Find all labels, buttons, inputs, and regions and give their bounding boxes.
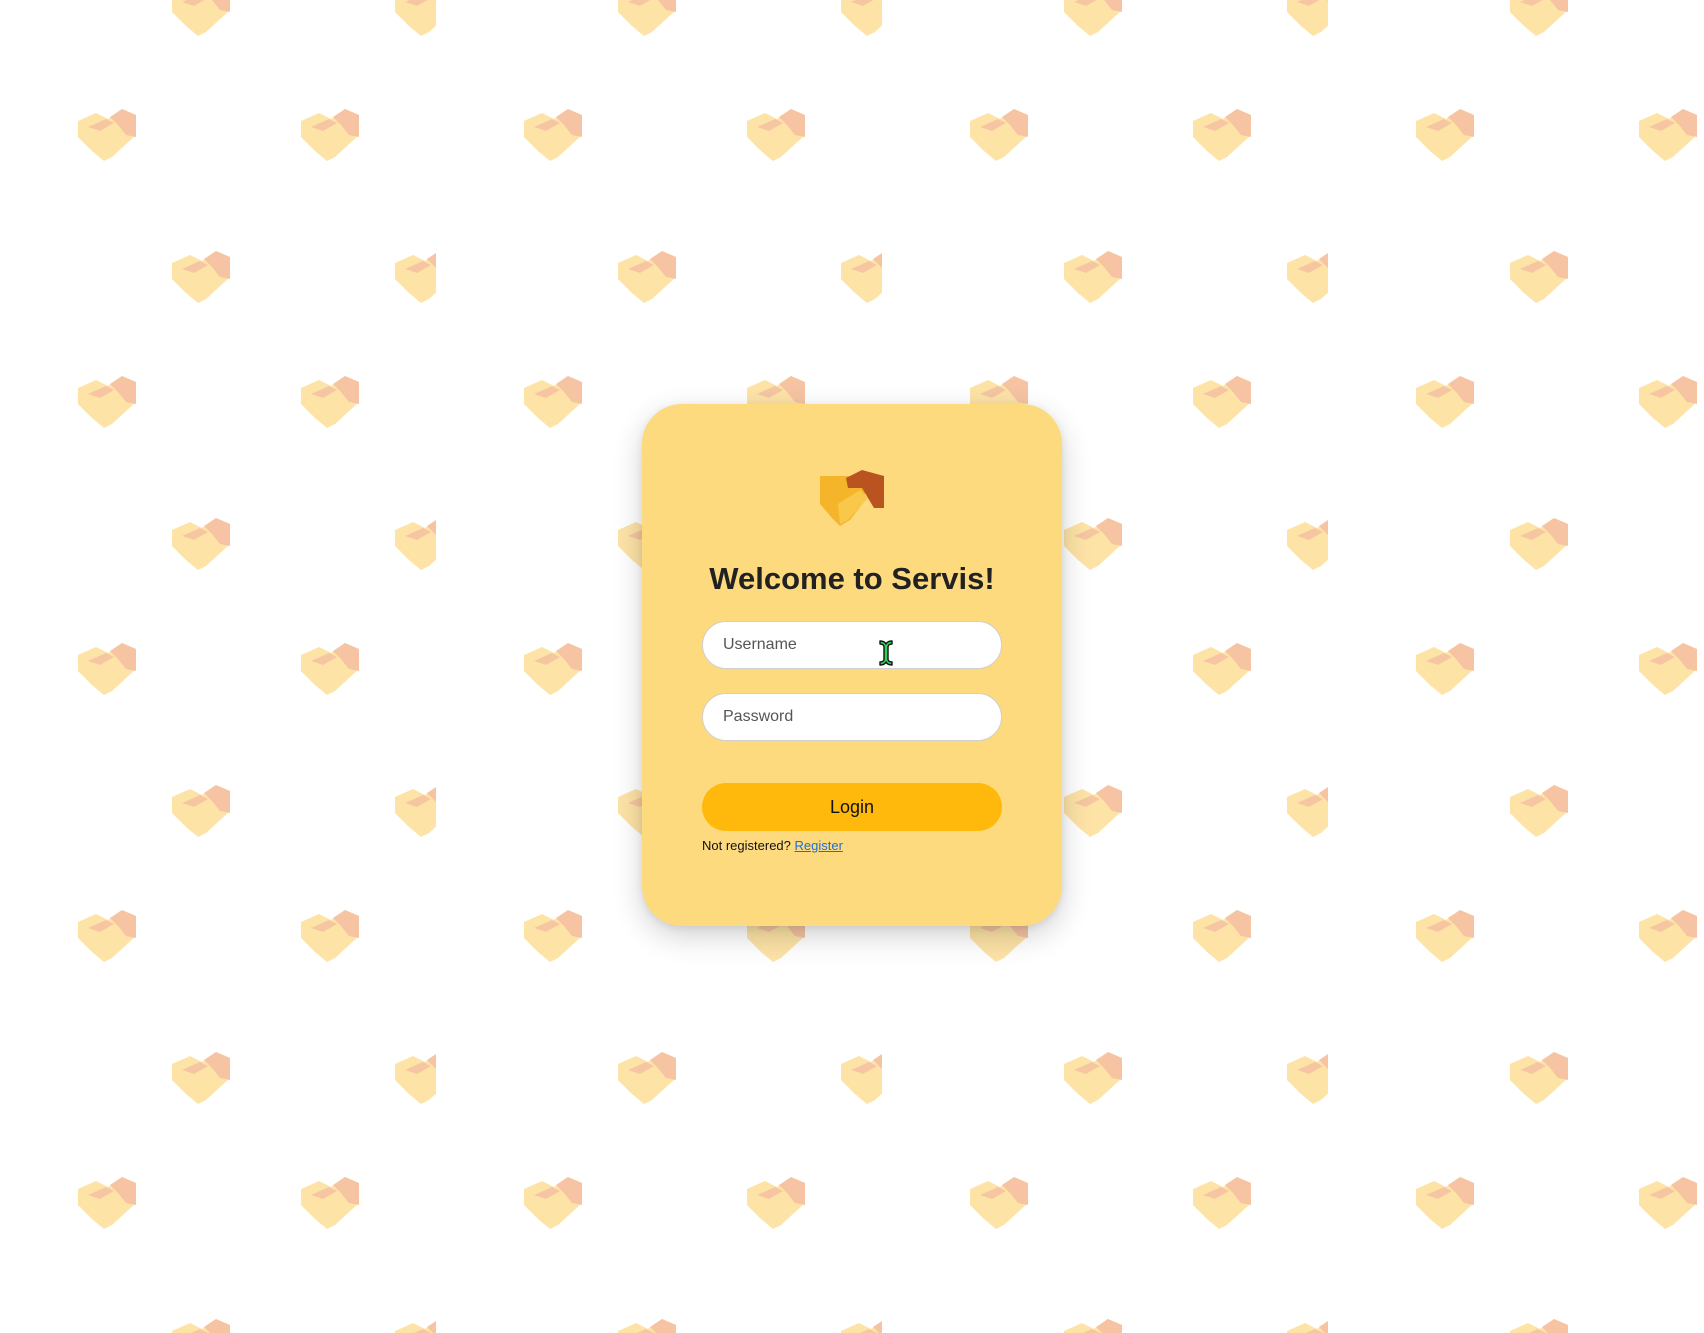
login-card: Welcome to Servis! Login Not registered?…	[642, 404, 1062, 926]
register-prompt-text: Not registered?	[702, 838, 791, 853]
register-link[interactable]: Register	[795, 838, 843, 853]
username-input[interactable]	[702, 621, 1002, 669]
register-prompt: Not registered? Register	[702, 838, 843, 853]
login-button[interactable]: Login	[702, 783, 1002, 831]
password-input[interactable]	[702, 693, 1002, 741]
handshake-icon	[820, 470, 884, 526]
page-title: Welcome to Servis!	[709, 561, 995, 596]
